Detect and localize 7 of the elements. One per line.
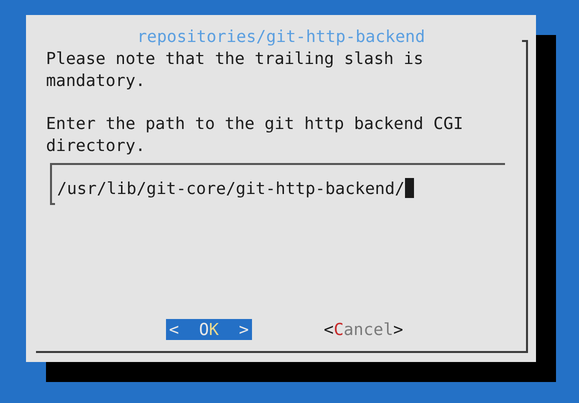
ok-button[interactable]: < OK > xyxy=(166,319,252,340)
dialog-title: repositories/git-http-backend xyxy=(136,26,426,48)
path-input-field[interactable]: /usr/lib/git-core/git-http-backend/ xyxy=(50,162,505,202)
text-cursor xyxy=(404,178,414,198)
cancel-button[interactable]: <Cancel> xyxy=(322,319,406,340)
message-text: Please note that the trailing slash is mandatory. xyxy=(46,48,424,92)
message-text: Enter the path to the git http backend CGI directory. xyxy=(46,113,464,156)
